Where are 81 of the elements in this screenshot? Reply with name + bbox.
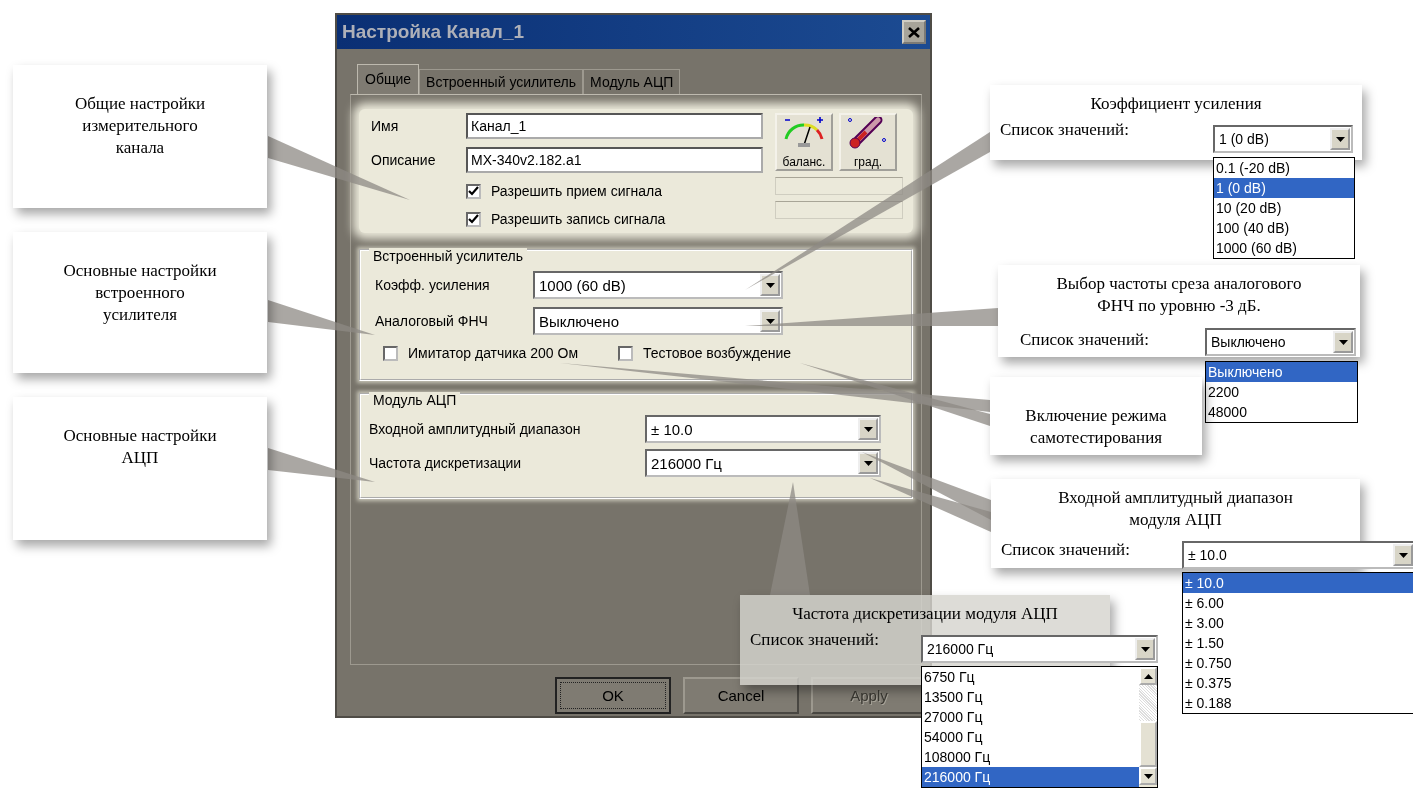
caret-icon	[1335, 136, 1345, 142]
tool-button[interactable]: баланс.	[775, 113, 833, 171]
list-option[interactable]: 1 (0 dB)	[1214, 178, 1354, 198]
callout-text: Включение режима самотестирования	[1025, 405, 1167, 450]
checkbox-label: Разрешить прием сигнала	[491, 183, 663, 199]
checkbox[interactable]	[618, 345, 633, 361]
checkbox-label: Разрешить запись сигнала	[491, 211, 666, 227]
gauge-icon	[782, 117, 826, 147]
list-option[interactable]: 1000 (60 dB)	[1214, 238, 1354, 258]
scroll-down-button[interactable]	[1139, 767, 1157, 785]
caret-icon	[1140, 646, 1150, 652]
checkbox[interactable]	[466, 183, 481, 199]
list-option[interactable]: 48000	[1206, 402, 1357, 422]
caret-icon	[765, 318, 775, 324]
up-arrow-icon	[1143, 673, 1153, 679]
window-title: Настройка Канал_1	[342, 21, 525, 43]
dropdown[interactable]: ± 10.0	[645, 415, 881, 443]
list-option[interactable]: ± 0.375	[1183, 673, 1413, 693]
close-button[interactable]	[902, 20, 926, 44]
list-option[interactable]: ± 10.0	[1183, 573, 1413, 593]
field-label: Имя	[371, 118, 400, 134]
list-option[interactable]: ± 3.00	[1183, 613, 1413, 633]
caret-icon	[765, 282, 775, 288]
callout-text: Основные настройки встроенного усилителя	[63, 260, 217, 327]
dropdown[interactable]: 216000 Гц	[645, 449, 881, 477]
scroll-thumb[interactable]	[1139, 721, 1157, 767]
list-option[interactable]: ± 1.50	[1183, 633, 1413, 653]
tool-button[interactable]: град.	[839, 113, 897, 171]
dropdown[interactable]: 216000 Гц	[921, 635, 1158, 663]
caret-icon	[1338, 339, 1348, 345]
tab[interactable]: Общие	[357, 64, 420, 94]
scrollbar[interactable]	[1139, 667, 1157, 787]
checkbox[interactable]	[466, 211, 481, 227]
list-option[interactable]: ± 6.00	[1183, 593, 1413, 613]
caret-icon	[863, 460, 873, 466]
callout-text: Основные настройки АЦП	[63, 425, 217, 470]
dropdown[interactable]: 1000 (60 dB)	[533, 271, 783, 299]
field-label: Описание	[371, 152, 437, 168]
dialog-button[interactable]: OK	[555, 677, 671, 714]
list-option[interactable]: 2200	[1206, 382, 1357, 402]
text-field[interactable]: Канал_1	[466, 113, 763, 139]
callout-text: Общие настройки измерительного канала	[74, 93, 206, 160]
check-icon	[468, 214, 479, 224]
list-label: Список значений:	[1000, 120, 1129, 140]
close-icon	[908, 26, 920, 38]
list-option[interactable]: 100 (40 dB)	[1214, 218, 1354, 238]
dropdown[interactable]: ± 10.0	[1182, 541, 1413, 569]
list-option[interactable]: ± 0.188	[1183, 693, 1413, 713]
list-label: Список значений:	[750, 630, 879, 650]
check-icon	[468, 186, 479, 196]
caret-icon	[1398, 552, 1408, 558]
list-option[interactable]: 54000 Гц	[922, 727, 1139, 747]
field-label: Входной амплитудный диапазон	[369, 421, 582, 437]
group-title: Модуль АЦП	[369, 392, 461, 408]
checkbox-label: Тестовое возбуждение	[643, 345, 792, 361]
field-label: Коэфф. усиления	[375, 277, 491, 293]
dropdown[interactable]: Выключено	[1205, 328, 1356, 356]
list-option[interactable]: 0.1 (-20 dB)	[1214, 158, 1354, 178]
field-label: Частота дискретизации	[369, 455, 523, 471]
field-label: Аналоговый ФНЧ	[375, 313, 489, 329]
callout-text: Входной амплитудный диапазон модуля АЦП	[1058, 487, 1293, 532]
text-field[interactable]: MX-340v2.182.a1	[466, 147, 763, 173]
list-option[interactable]: 216000 Гц	[922, 767, 1139, 787]
down-arrow-icon	[1143, 773, 1153, 779]
scroll-up-button[interactable]	[1139, 667, 1157, 685]
tab[interactable]: Модуль АЦП	[583, 69, 681, 94]
checkbox-label: Имитатор датчика 200 Ом	[408, 345, 578, 361]
group-title: Встроенный усилитель	[369, 248, 528, 264]
dropdown[interactable]: Выключено	[533, 307, 783, 335]
list-option[interactable]: 10 (20 dB)	[1214, 198, 1354, 218]
list-option[interactable]: ± 0.750	[1183, 653, 1413, 673]
list-option[interactable]: Выключено	[1206, 362, 1357, 382]
callout-text: Выбор частоты среза аналогового ФНЧ по уровню -3 дБ.	[1056, 273, 1302, 318]
callout-text: Коэффициент усиления	[1090, 93, 1262, 115]
list-option[interactable]: 108000 Гц	[922, 747, 1139, 767]
list-label: Список значений:	[1020, 330, 1149, 350]
tab[interactable]: Встроенный усилитель	[419, 69, 584, 94]
callout-text: Частота дискретизации модуля АЦП	[792, 603, 1058, 625]
checkbox[interactable]	[383, 345, 398, 361]
dropdown[interactable]: 1 (0 dB)	[1213, 125, 1353, 153]
list-label: Список значений:	[1001, 540, 1130, 560]
